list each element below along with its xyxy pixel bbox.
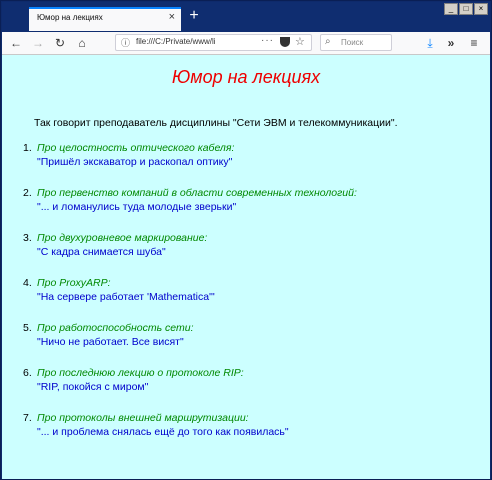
info-icon[interactable]: ⓘ	[121, 36, 130, 49]
item-quote: "... и проблема снялась ещё до того как …	[37, 426, 289, 438]
item-quote: "RIP, покойся с миром"	[37, 381, 149, 393]
maximize-button[interactable]: □	[459, 3, 473, 15]
item-quote: "... и ломанулись туда молодые зверьки"	[37, 201, 237, 213]
list-item: 1. Про целостность оптического кабеля: "…	[23, 142, 474, 187]
minimize-button[interactable]: _	[444, 3, 458, 15]
list-item: 5. Про работоспособность сети: "Ничо не …	[23, 322, 474, 367]
item-number: 6.	[23, 367, 32, 379]
item-quote: "На сервере работает 'Mathematica'"	[37, 291, 215, 303]
search-icon: ⌕	[325, 36, 331, 47]
tab-bar: Юмор на лекциях × + _ □ ×	[2, 2, 490, 32]
list-item: 3. Про двухуровневое маркирование: "С ка…	[23, 232, 474, 277]
quote-list: 1. Про целостность оптического кабеля: "…	[23, 142, 474, 457]
window-controls: _ □ ×	[443, 3, 488, 15]
item-quote: "Ничо не работает. Все висят"	[37, 336, 184, 348]
reload-icon[interactable]: ↻	[52, 35, 68, 51]
item-topic: Про первенство компаний в области соврем…	[37, 187, 357, 199]
page-content: Юмор на лекциях Так говорит преподавател…	[2, 55, 490, 479]
pocket-icon[interactable]	[280, 37, 290, 47]
url-text[interactable]: file:///C:/Private/www/li	[136, 37, 216, 46]
search-bar[interactable]: ⌕ Поиск	[320, 34, 392, 51]
url-bar[interactable]: ⓘ file:///C:/Private/www/li ··· ☆	[115, 34, 312, 51]
forward-icon[interactable]: →	[30, 35, 46, 51]
page-title: Юмор на лекциях	[171, 67, 321, 87]
item-topic: Про последнюю лекцию о протоколе RIP:	[37, 367, 244, 379]
bookmark-star-icon[interactable]: ☆	[295, 35, 305, 48]
list-item: 6. Про последнюю лекцию о протоколе RIP:…	[23, 367, 474, 412]
item-quote: "С кадра снимается шуба"	[37, 246, 166, 258]
list-item: 2. Про первенство компаний в области сов…	[23, 187, 474, 232]
list-item: 4. Про ProxyARP: "На сервере работает 'M…	[23, 277, 474, 322]
item-topic: Про целостность оптического кабеля:	[37, 142, 235, 154]
new-tab-button[interactable]: +	[185, 6, 203, 26]
search-placeholder: Поиск	[341, 38, 364, 47]
item-quote: "Пришёл экскаватор и раскопал оптику"	[37, 156, 233, 168]
item-number: 1.	[23, 142, 32, 154]
item-number: 3.	[23, 232, 32, 244]
item-number: 5.	[23, 322, 32, 334]
page-actions-icon[interactable]: ···	[261, 35, 274, 46]
close-window-button[interactable]: ×	[474, 3, 488, 15]
tab-title: Юмор на лекциях	[37, 13, 103, 22]
overflow-icon[interactable]: »	[443, 35, 459, 51]
item-topic: Про двухуровневое маркирование:	[37, 232, 208, 244]
list-item: 7. Про протоколы внешней маршрутизации: …	[23, 412, 474, 457]
item-number: 4.	[23, 277, 32, 289]
item-topic: Про работоспособность сети:	[37, 322, 194, 334]
home-icon[interactable]: ⌂	[74, 35, 90, 51]
close-icon[interactable]: ×	[169, 11, 175, 23]
browser-window: Юмор на лекциях × + _ □ × ← → ↻ ⌂ ⓘ file…	[0, 0, 492, 480]
item-number: 2.	[23, 187, 32, 199]
navigation-toolbar: ← → ↻ ⌂ ⓘ file:///C:/Private/www/li ··· …	[2, 32, 490, 55]
menu-icon[interactable]: ≡	[466, 35, 482, 51]
item-topic: Про ProxyARP:	[37, 277, 111, 289]
back-icon[interactable]: ←	[8, 35, 24, 51]
intro-text: Так говорит преподаватель дисциплины "Се…	[34, 117, 398, 129]
tab-active[interactable]: Юмор на лекциях ×	[29, 7, 181, 31]
item-number: 7.	[23, 412, 32, 424]
download-icon[interactable]: ⤓	[422, 35, 438, 51]
item-topic: Про протоколы внешней маршрутизации:	[37, 412, 249, 424]
